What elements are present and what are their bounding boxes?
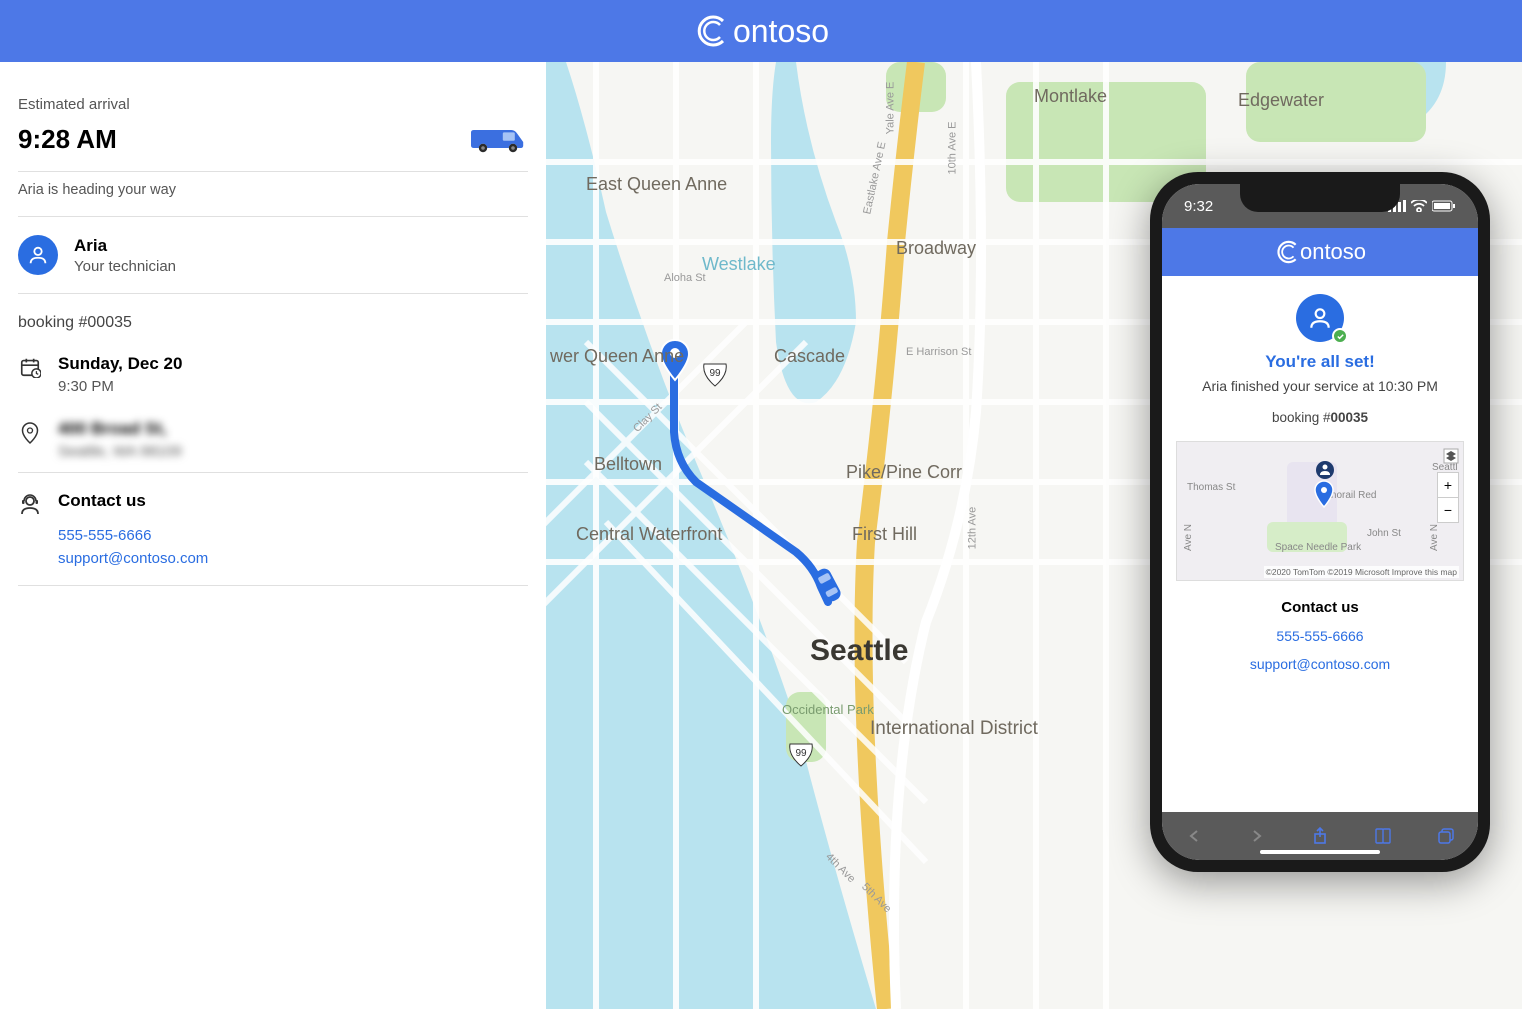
map-street-label: 10th Ave E	[947, 121, 959, 174]
map-attribution: ©2020 TomTom ©2019 Microsoft Improve thi…	[1264, 566, 1459, 578]
app-header: ontoso	[0, 0, 1522, 62]
map-label: Belltown	[594, 454, 662, 475]
mini-map-label: Ave N	[1429, 524, 1440, 551]
contact-title: Contact us	[58, 491, 146, 511]
tracking-map[interactable]: 99 99 Montlake Edgewater East Queen Anne…	[546, 62, 1522, 1009]
confirmation-title: You're all set!	[1176, 352, 1464, 372]
phone-contact-email-link[interactable]: support@contoso.com	[1176, 656, 1464, 672]
technician-row: Aria Your technician	[18, 217, 528, 294]
van-icon	[468, 121, 528, 157]
nav-forward-button[interactable]	[1246, 825, 1268, 847]
map-label: Central Waterfront	[576, 524, 722, 545]
phone-contact-title: Contact us	[1176, 599, 1464, 616]
technician-name: Aria	[74, 236, 176, 256]
zoom-out-button[interactable]: −	[1438, 498, 1458, 522]
map-label: International District	[870, 718, 1038, 740]
technician-role: Your technician	[74, 258, 176, 275]
nav-tabs-button[interactable]	[1435, 825, 1457, 847]
check-badge-icon	[1332, 328, 1348, 344]
booking-time: 9:30 PM	[58, 378, 182, 395]
headset-icon	[18, 493, 42, 517]
eta-time: 9:28 AM	[18, 124, 117, 155]
map-label: First Hill	[852, 524, 917, 545]
statusbar-time: 9:32	[1184, 198, 1213, 215]
nav-back-button[interactable]	[1183, 825, 1205, 847]
nav-bookmarks-button[interactable]	[1372, 825, 1394, 847]
brand-text: ontoso	[733, 13, 829, 50]
phone-brand-text: ontoso	[1300, 239, 1366, 265]
calendar-icon	[19, 356, 41, 378]
map-label: Pike/Pine Corr	[846, 462, 962, 483]
mini-map-label: Space Needle Park	[1275, 542, 1361, 553]
map-street-label: 12th Ave	[966, 507, 978, 550]
map-label: East Queen Anne	[586, 174, 727, 195]
map-street-label: Aloha St	[664, 272, 706, 284]
wifi-icon	[1411, 200, 1427, 212]
phone-booking-number: booking #00035	[1176, 410, 1464, 425]
contoso-c-icon	[1274, 239, 1300, 265]
map-street-label: E Harrison St	[906, 346, 971, 358]
map-label: Montlake	[1034, 86, 1107, 107]
mini-map-zoom: + −	[1437, 472, 1459, 523]
mini-map-label: Ave N	[1183, 524, 1194, 551]
phone-header: ontoso	[1162, 228, 1478, 276]
map-label: Westlake	[702, 254, 776, 275]
svg-text:99: 99	[709, 368, 721, 379]
booking-date-row: Sunday, Dec 20 9:30 PM	[18, 342, 528, 407]
mini-map-technician-pin-icon	[1315, 460, 1335, 480]
contact-section: Contact us 555-555-6666 support@contoso.…	[18, 472, 528, 586]
phone-technician-avatar	[1296, 294, 1344, 342]
technician-avatar	[18, 235, 58, 275]
location-pin-icon	[20, 421, 40, 445]
phone-contact-phone-link[interactable]: 555-555-6666	[1176, 628, 1464, 644]
contact-phone-link[interactable]: 555-555-6666	[58, 527, 528, 544]
vehicle-current-location-icon	[812, 564, 844, 606]
svg-text:99: 99	[795, 748, 807, 759]
phone-body: You're all set! Aria finished your servi…	[1162, 276, 1478, 812]
mini-map-layers-icon[interactable]	[1443, 448, 1459, 464]
booking-address-row: 400 Broad St, Seattle, WA 98109	[18, 407, 528, 472]
map-city-label: Seattle	[810, 634, 908, 668]
nav-share-button[interactable]	[1309, 825, 1331, 847]
mini-map-destination-pin-icon	[1313, 480, 1335, 508]
map-label: wer Queen Anne	[550, 346, 684, 367]
booking-date: Sunday, Dec 20	[58, 354, 182, 374]
confirmation-subtitle: Aria finished your service at 10:30 PM	[1176, 378, 1464, 394]
address-line1: 400 Broad St,	[58, 419, 182, 439]
battery-icon	[1432, 200, 1456, 212]
map-label: Edgewater	[1238, 90, 1324, 111]
home-indicator	[1260, 850, 1380, 854]
tracking-sidebar: Estimated arrival 9:28 AM Aria is headin…	[0, 62, 546, 1009]
phone-mini-map[interactable]: Thomas St John St Space Needle Park Mono…	[1176, 441, 1464, 581]
map-street-label: Yale Ave E	[884, 82, 896, 135]
highway-99-shield-icon: 99	[702, 362, 728, 388]
person-icon	[27, 244, 49, 266]
status-text: Aria is heading your way	[18, 171, 528, 198]
map-label: Broadway	[896, 238, 976, 259]
map-park-label: Occidental Park	[782, 702, 874, 717]
contact-email-link[interactable]: support@contoso.com	[58, 550, 528, 567]
mini-map-label: John St	[1367, 528, 1401, 539]
map-label: Cascade	[774, 346, 845, 367]
mini-map-label: Thomas St	[1187, 482, 1235, 493]
zoom-in-button[interactable]: +	[1438, 473, 1458, 498]
highway-99-shield-icon: 99	[788, 742, 814, 768]
address-line2: Seattle, WA 98109	[58, 443, 182, 460]
contoso-logo: ontoso	[693, 13, 829, 50]
phone-notch	[1240, 184, 1400, 212]
person-icon	[1307, 305, 1333, 331]
booking-number: booking #00035	[18, 294, 528, 342]
phone-mockup: 9:32 ontoso	[1150, 172, 1490, 872]
eta-label: Estimated arrival	[18, 96, 528, 113]
contoso-c-icon	[693, 13, 729, 49]
